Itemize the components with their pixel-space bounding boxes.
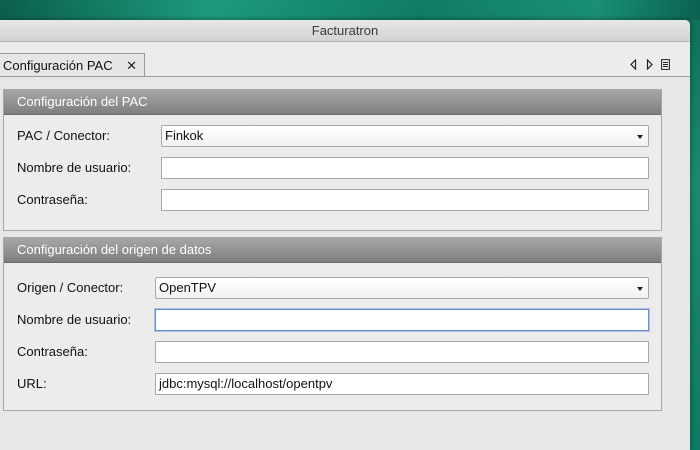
datasource-connector-select[interactable]: OpenTPV bbox=[155, 277, 649, 299]
scroll-right-icon[interactable] bbox=[645, 57, 654, 71]
datasource-url-label: URL: bbox=[17, 376, 47, 391]
pac-panel: Configuración del PAC PAC / Conector: Fi… bbox=[3, 89, 662, 231]
datasource-url-field[interactable]: jdbc:mysql://localhost/opentpv bbox=[155, 373, 649, 395]
datasource-password-field[interactable] bbox=[155, 341, 649, 363]
pac-panel-header: Configuración del PAC bbox=[4, 90, 661, 115]
tab-controls bbox=[629, 57, 670, 71]
datasource-connector-label: Origen / Conector: bbox=[17, 280, 124, 295]
datasource-panel: Configuración del origen de datos Origen… bbox=[3, 237, 662, 411]
pac-username-row: Nombre de usuario: bbox=[17, 157, 657, 181]
scroll-left-icon[interactable] bbox=[629, 57, 638, 71]
pac-password-field[interactable] bbox=[161, 189, 649, 211]
pac-connector-select[interactable]: Finkok bbox=[161, 125, 649, 147]
desktop-background bbox=[0, 0, 700, 20]
window-title: Facturatron bbox=[0, 20, 690, 42]
pac-connector-label: PAC / Conector: bbox=[17, 128, 110, 143]
chevron-down-icon bbox=[637, 135, 643, 139]
datasource-username-label: Nombre de usuario: bbox=[17, 312, 132, 327]
pac-connector-value: Finkok bbox=[165, 128, 204, 143]
tab-list-icon[interactable] bbox=[661, 57, 670, 70]
pac-username-label: Nombre de usuario: bbox=[17, 160, 132, 175]
datasource-username-row: Nombre de usuario: bbox=[17, 309, 657, 333]
pac-username-field[interactable] bbox=[161, 157, 649, 179]
pac-connector-row: PAC / Conector: Finkok bbox=[17, 125, 657, 149]
datasource-url-row: URL: jdbc:mysql://localhost/opentpv bbox=[17, 373, 657, 397]
pac-password-row: Contraseña: bbox=[17, 189, 657, 213]
tab-content: Configuración del PAC PAC / Conector: Fi… bbox=[0, 76, 690, 450]
app-window: Facturatron Configuración PAC ✕ Configur… bbox=[0, 20, 690, 450]
tab-configuracion-pac[interactable]: Configuración PAC ✕ bbox=[0, 53, 145, 76]
datasource-password-row: Contraseña: bbox=[17, 341, 657, 365]
tab-bar: Configuración PAC ✕ bbox=[0, 53, 690, 78]
datasource-connector-value: OpenTPV bbox=[159, 280, 217, 295]
tab-label: Configuración PAC bbox=[3, 58, 113, 73]
datasource-password-label: Contraseña: bbox=[17, 344, 88, 359]
datasource-connector-row: Origen / Conector: OpenTPV bbox=[17, 277, 657, 301]
datasource-panel-header: Configuración del origen de datos bbox=[4, 238, 661, 263]
pac-password-label: Contraseña: bbox=[17, 192, 88, 207]
close-icon[interactable]: ✕ bbox=[126, 54, 137, 77]
chevron-down-icon bbox=[637, 287, 643, 291]
datasource-username-field[interactable] bbox=[155, 309, 649, 331]
